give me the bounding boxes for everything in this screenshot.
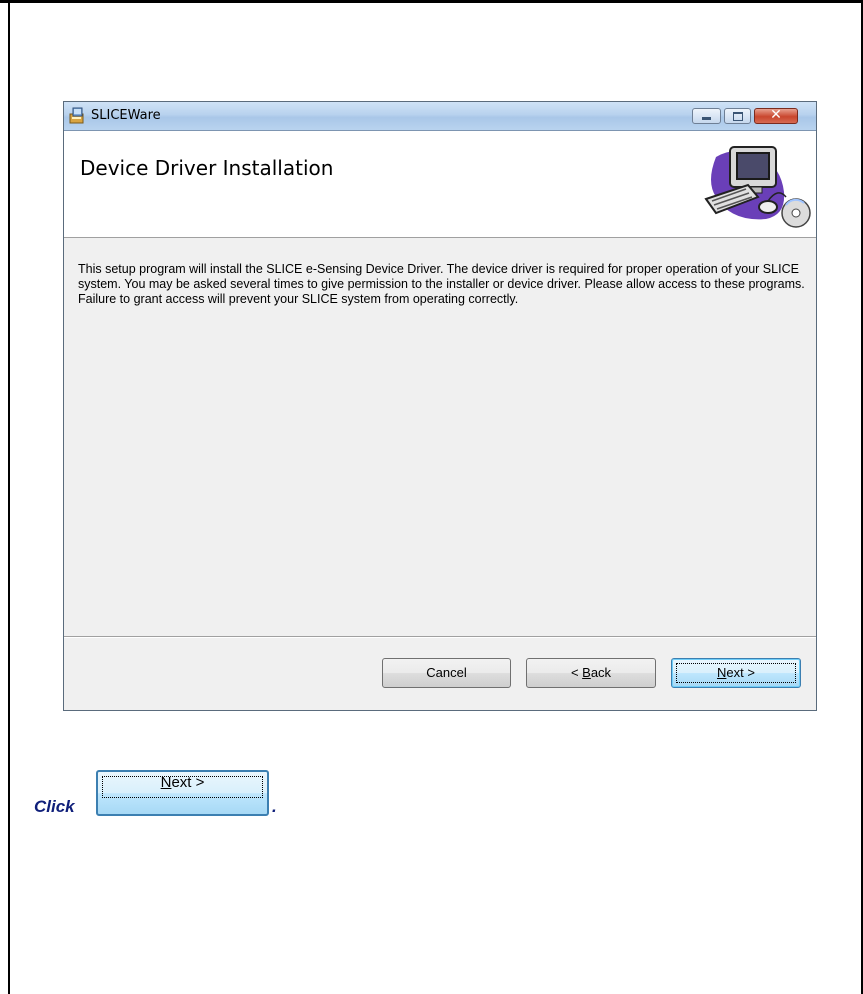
window-title: SLICEWare bbox=[91, 108, 161, 123]
computer-cd-icon bbox=[704, 146, 811, 228]
page-frame-left bbox=[8, 0, 10, 994]
instruction-prefix: Click bbox=[34, 797, 75, 816]
description-text: This setup program will install the SLIC… bbox=[78, 262, 805, 306]
back-button-accel: B bbox=[582, 665, 591, 680]
back-button-prefix: < bbox=[570, 665, 583, 680]
focus-rectangle bbox=[676, 663, 796, 683]
back-button-rest: ack bbox=[590, 665, 612, 680]
close-button[interactable]: ✕ bbox=[754, 107, 798, 124]
title-bar[interactable]: SLICEWare ✕ bbox=[64, 102, 816, 131]
page-frame-top bbox=[0, 0, 863, 3]
page-title: Device Driver Installation bbox=[80, 156, 334, 180]
instruction-next-button-image: Next > bbox=[96, 770, 269, 816]
installer-app-icon bbox=[69, 107, 84, 124]
instruction-focus-rectangle bbox=[102, 776, 263, 798]
cancel-button-label: Cancel bbox=[426, 665, 467, 680]
next-button[interactable]: Next > bbox=[671, 658, 801, 688]
back-button[interactable]: < Back bbox=[526, 658, 656, 688]
minimize-icon bbox=[702, 117, 711, 120]
minimize-button[interactable] bbox=[692, 108, 721, 124]
maximize-button[interactable] bbox=[724, 108, 751, 124]
installer-window: SLICEWare ✕ Device Driver Installation T… bbox=[63, 101, 817, 711]
cancel-button[interactable]: Cancel bbox=[382, 658, 511, 688]
maximize-icon bbox=[733, 112, 743, 121]
close-icon: ✕ bbox=[770, 107, 782, 123]
footer-separator bbox=[64, 636, 816, 638]
instruction-suffix: . bbox=[272, 797, 277, 816]
wizard-banner: Device Driver Installation bbox=[64, 131, 816, 238]
